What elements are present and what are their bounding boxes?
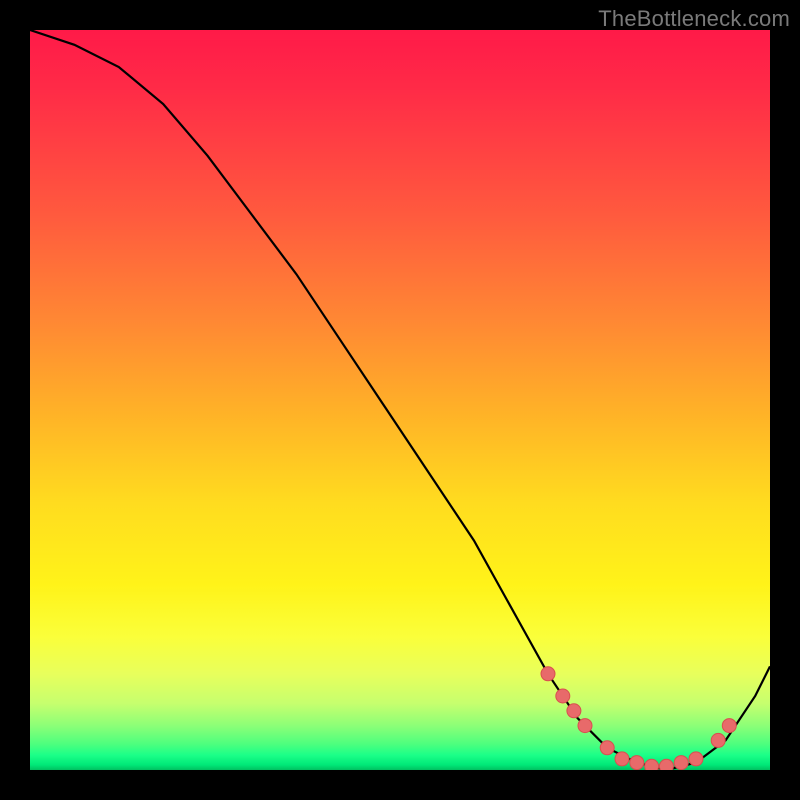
curve-marker (615, 752, 629, 766)
watermark-text: TheBottleneck.com (598, 6, 790, 32)
curve-marker (630, 756, 644, 770)
chart-frame: TheBottleneck.com (0, 0, 800, 800)
curve-marker (659, 759, 673, 770)
curve-marker (689, 752, 703, 766)
curve-marker (556, 689, 570, 703)
curve-marker (578, 719, 592, 733)
curve-marker (541, 667, 555, 681)
chart-svg (30, 30, 770, 770)
curve-marker (722, 719, 736, 733)
curve-marker (674, 756, 688, 770)
bottleneck-curve (30, 30, 770, 770)
curve-marker (645, 759, 659, 770)
curve-marker (567, 704, 581, 718)
plot-area (30, 30, 770, 770)
curve-layer (30, 30, 770, 770)
curve-marker (711, 733, 725, 747)
curve-marker (600, 741, 614, 755)
